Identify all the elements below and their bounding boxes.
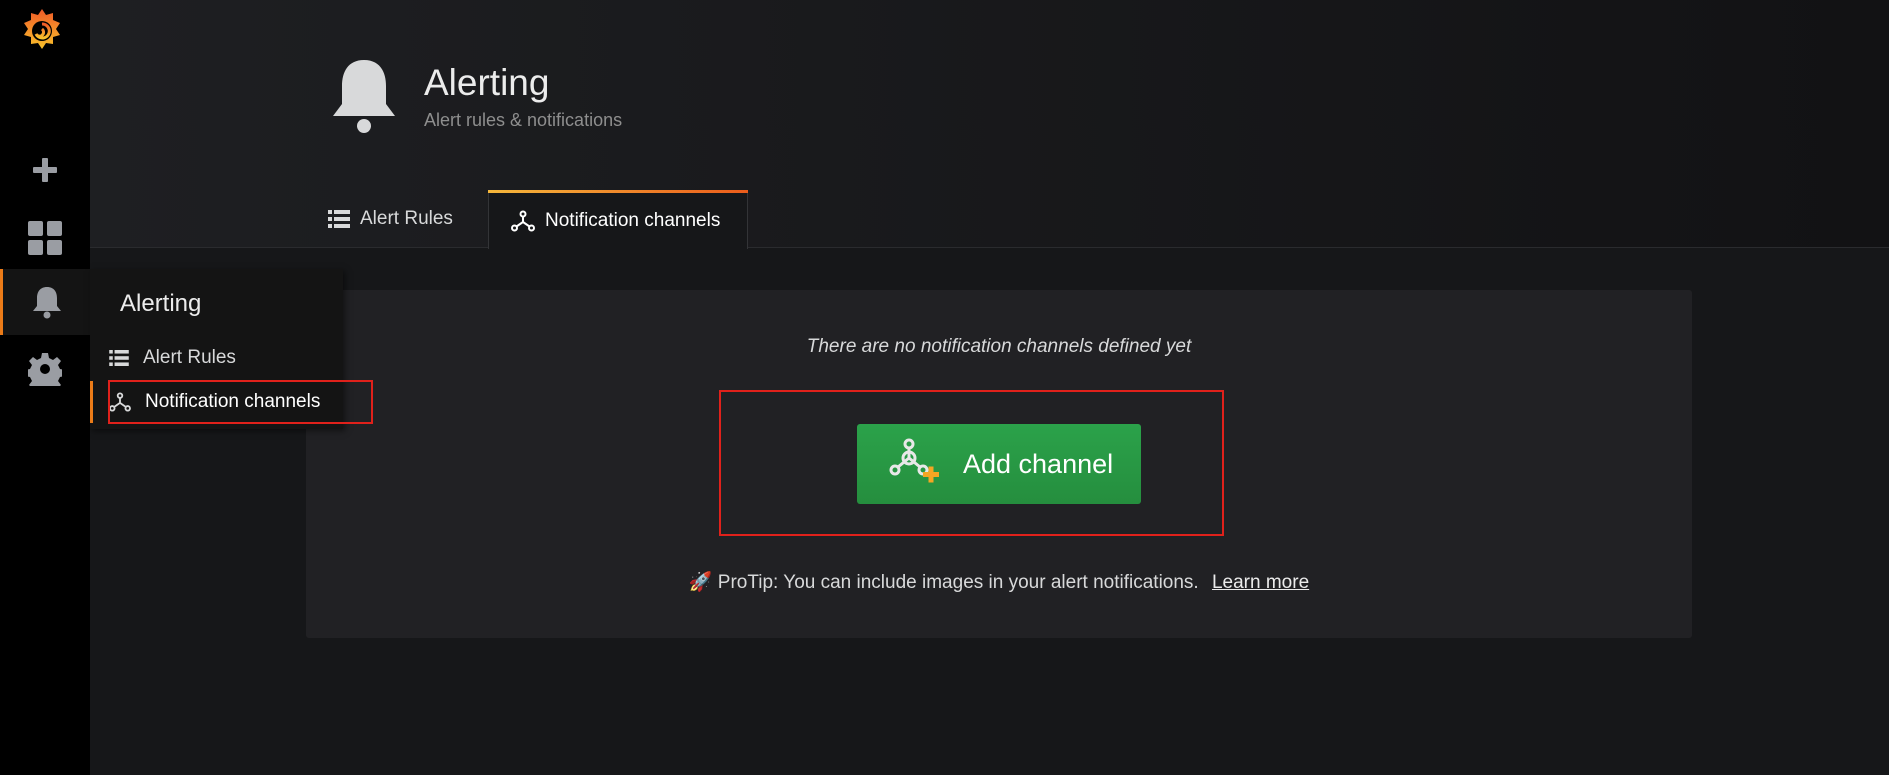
create-button[interactable] [0, 137, 90, 203]
dashboards-button[interactable] [0, 205, 90, 271]
tab-notification-channels[interactable]: Notification channels [488, 190, 748, 249]
plus-icon [33, 158, 57, 182]
flyout-title: Alerting [120, 290, 202, 317]
tab-alert-rules-label: Alert Rules [360, 208, 453, 229]
empty-state-message: There are no notification channels defin… [806, 336, 1192, 357]
add-channel-button[interactable]: Add channel [857, 424, 1141, 504]
bell-icon [32, 287, 61, 319]
grafana-logo-icon[interactable] [19, 7, 65, 53]
page-title: Alerting [424, 62, 550, 103]
page-bell-icon [332, 56, 396, 136]
protip: 🚀 ProTip: You can include images in your… [306, 570, 1692, 594]
flyout-item-alert-rules[interactable]: Alert Rules [90, 337, 343, 379]
rocket-icon: 🚀 [688, 572, 713, 593]
add-channel-label: Add channel [963, 448, 1114, 479]
channels-icon [109, 392, 131, 412]
list-icon [328, 210, 350, 228]
gear-icon [28, 353, 62, 386]
alerting-button[interactable] [0, 269, 90, 335]
learn-more-link[interactable]: Learn more [1212, 572, 1309, 593]
flyout-item-notification-channels[interactable]: Notification channels [90, 381, 343, 423]
apps-icon [28, 221, 62, 255]
flyout-item-label: Notification channels [145, 391, 321, 412]
channels-icon [511, 210, 535, 232]
page-subtitle: Alert rules & notifications [424, 110, 623, 130]
configuration-button[interactable] [0, 336, 90, 402]
protip-text: ProTip: You can include images in your a… [717, 572, 1199, 593]
list-icon [109, 350, 129, 366]
add-channel-icon [887, 436, 943, 492]
flyout-item-label: Alert Rules [143, 347, 236, 368]
tab-alert-rules[interactable]: Alert Rules [306, 190, 475, 248]
tab-notification-channels-label: Notification channels [545, 210, 721, 231]
sidebar [0, 0, 90, 775]
